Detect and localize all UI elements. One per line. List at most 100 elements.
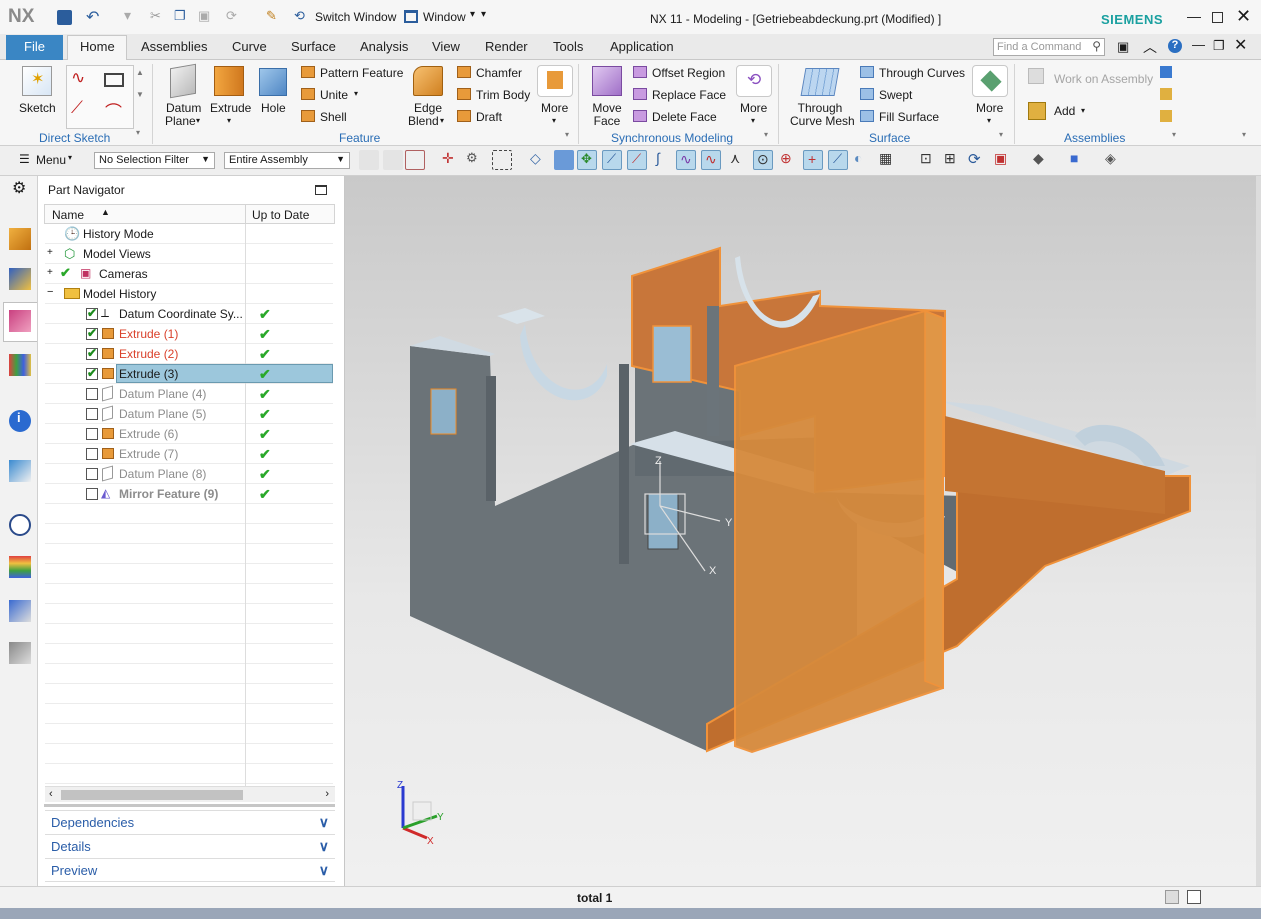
tree-row[interactable]: Extrude (6) ✔ — [45, 424, 333, 444]
system-materials-icon[interactable] — [9, 556, 31, 578]
tree-row[interactable]: Extrude (2) ✔ — [45, 344, 333, 364]
tree-row[interactable]: Datum Plane (4) ✔ — [45, 384, 333, 404]
view-orient-icon[interactable]: ▣ — [991, 150, 1011, 170]
details-panel[interactable]: Details ∨ — [45, 834, 335, 858]
snap-intersection-icon[interactable]: + — [803, 150, 823, 170]
status-icon-2[interactable] — [1187, 890, 1201, 904]
snap-center-icon[interactable]: ⊙ — [753, 150, 773, 170]
roles-icon[interactable] — [9, 642, 31, 664]
sketch-icon[interactable]: ✶ — [22, 66, 52, 96]
help-icon[interactable]: ? — [1168, 39, 1182, 53]
collapse-icon[interactable]: − — [47, 286, 53, 298]
tree-row-selected[interactable]: Extrude (3) ✔ — [45, 364, 333, 384]
scope-dropdown[interactable]: Entire Assembly ▼ — [224, 152, 350, 169]
select-similar-icon[interactable]: ⚙ — [466, 150, 486, 170]
status-icon-1[interactable] — [1165, 890, 1179, 904]
snap-face-icon[interactable]: ◐ — [851, 150, 871, 170]
zoom-icon[interactable]: ⊞ — [941, 150, 961, 170]
cut-icon[interactable]: ✂ — [150, 8, 161, 24]
copy-icon[interactable]: ❐ — [174, 8, 186, 24]
part-navigator-icon[interactable] — [9, 310, 31, 332]
extrude-button[interactable]: Extrude — [210, 102, 251, 115]
switch-window-icon[interactable]: ⟲ — [294, 8, 305, 24]
curve-rule-4-icon[interactable]: ∿ — [676, 150, 696, 170]
tree-row[interactable]: + ⬡ Model Views — [45, 244, 333, 264]
tree-row[interactable]: ◭ Mirror Feature (9) ✔ — [45, 484, 333, 504]
tab-analysis[interactable]: Analysis — [360, 39, 408, 54]
tab-home-label[interactable]: Home — [80, 39, 115, 54]
sketch-curves-palette[interactable]: ∿ ⟋ ⌒ — [66, 65, 134, 129]
menu-icon[interactable]: ☰ — [19, 152, 30, 166]
swept-button[interactable]: Swept — [879, 89, 912, 102]
fit-view-icon[interactable]: ⊡ — [917, 150, 937, 170]
find-command-input[interactable]: Find a Command ⚲ — [993, 38, 1105, 56]
feature-more-button[interactable]: More — [541, 102, 568, 115]
surface-more-icon[interactable] — [972, 65, 1008, 97]
snap-endpoint-icon[interactable]: ⟋ — [828, 150, 848, 170]
redo-icon[interactable]: ▾ — [124, 7, 131, 24]
curve-rule-5-icon[interactable]: ∿ — [701, 150, 721, 170]
select-face-icon[interactable]: ◇ — [530, 150, 550, 170]
arc-icon[interactable]: ⌒ — [105, 98, 122, 123]
trim-body-button[interactable]: Trim Body — [476, 89, 530, 102]
visibility-checkbox[interactable] — [86, 366, 98, 380]
scroll-right-icon[interactable]: › — [325, 788, 329, 800]
chamfer-button[interactable]: Chamfer — [476, 67, 522, 80]
undo-icon[interactable]: ↶ — [86, 7, 99, 27]
visibility-checkbox[interactable] — [86, 428, 98, 440]
process-studio-icon[interactable] — [9, 600, 31, 622]
tree-row[interactable]: Extrude (1) ✔ — [45, 324, 333, 344]
tree-row[interactable]: 🕒 History Mode — [45, 224, 333, 244]
visibility-checkbox[interactable] — [86, 306, 98, 320]
sync-more-icon[interactable]: ⟲ — [736, 65, 772, 97]
visibility-checkbox[interactable] — [86, 326, 98, 340]
visibility-icon[interactable]: ◈ — [1102, 150, 1122, 170]
web-browser-icon[interactable] — [9, 460, 31, 482]
render-style-icon[interactable]: ◆ — [1030, 150, 1050, 170]
tree-row[interactable]: ⟂ Datum Coordinate Sy... ✔ — [45, 304, 333, 324]
col-name[interactable]: Name — [52, 208, 84, 222]
horizontal-scrollbar[interactable]: ‹ › — [45, 786, 335, 802]
work-on-assembly-button[interactable]: Work on Assembly — [1054, 73, 1153, 86]
visibility-checkbox[interactable] — [86, 468, 98, 480]
scroll-left-icon[interactable]: ‹ — [49, 788, 53, 800]
select-tool-2-icon[interactable] — [383, 150, 403, 170]
tab-view[interactable]: View — [432, 39, 460, 54]
select-feature-icon[interactable]: ✥ — [577, 150, 597, 170]
select-tool-1-icon[interactable] — [359, 150, 379, 170]
collapse-ribbon-icon[interactable]: ︿ — [1143, 37, 1157, 57]
hole-button[interactable]: Hole — [261, 102, 286, 115]
sync-more-button[interactable]: More — [740, 102, 767, 115]
feature-more-icon[interactable] — [537, 65, 573, 97]
tab-assemblies[interactable]: Assemblies — [141, 39, 207, 54]
draft-button[interactable]: Draft — [476, 111, 502, 124]
doc-close-icon[interactable]: ✕ — [1234, 35, 1247, 55]
maximize-panel-icon[interactable] — [315, 185, 327, 195]
touch-icon[interactable]: ✎ — [266, 8, 277, 24]
settings-gear-icon[interactable]: ⚙ — [12, 178, 26, 198]
preview-panel[interactable]: Preview ∨ — [45, 858, 335, 882]
switch-window-button[interactable]: Switch Window — [315, 10, 396, 24]
curve-rule-2-icon[interactable]: ⟋ — [627, 150, 647, 170]
visibility-checkbox[interactable] — [86, 388, 98, 400]
doc-restore-icon[interactable]: ❐ — [1213, 38, 1225, 54]
assembly-navigator-icon[interactable] — [9, 228, 31, 250]
menu-button[interactable]: Menu — [36, 153, 66, 167]
tab-application[interactable]: Application — [610, 39, 674, 54]
window-icon[interactable] — [404, 10, 418, 23]
curve-rule-3-icon[interactable]: ∫ — [652, 150, 672, 170]
save-icon[interactable] — [57, 10, 72, 25]
snap-grid-icon[interactable]: ▦ — [876, 150, 896, 170]
fill-surface-button[interactable]: Fill Surface — [879, 111, 939, 124]
sketch-button[interactable]: Sketch — [19, 102, 56, 115]
selection-filter-dropdown[interactable]: No Selection Filter ▼ — [94, 152, 215, 169]
tree-row[interactable]: Datum Plane (8) ✔ — [45, 464, 333, 484]
repeat-icon[interactable]: ⟳ — [226, 8, 237, 24]
visibility-checkbox[interactable] — [86, 346, 98, 360]
rotate-icon[interactable]: ⟳ — [965, 150, 985, 170]
close-icon[interactable]: ✕ — [1236, 6, 1251, 27]
paste-icon[interactable]: ▣ — [198, 8, 210, 24]
through-curves-button[interactable]: Through Curves — [879, 67, 965, 80]
visibility-checkbox[interactable] — [86, 488, 98, 500]
minimize-icon[interactable]: — — [1187, 8, 1201, 24]
